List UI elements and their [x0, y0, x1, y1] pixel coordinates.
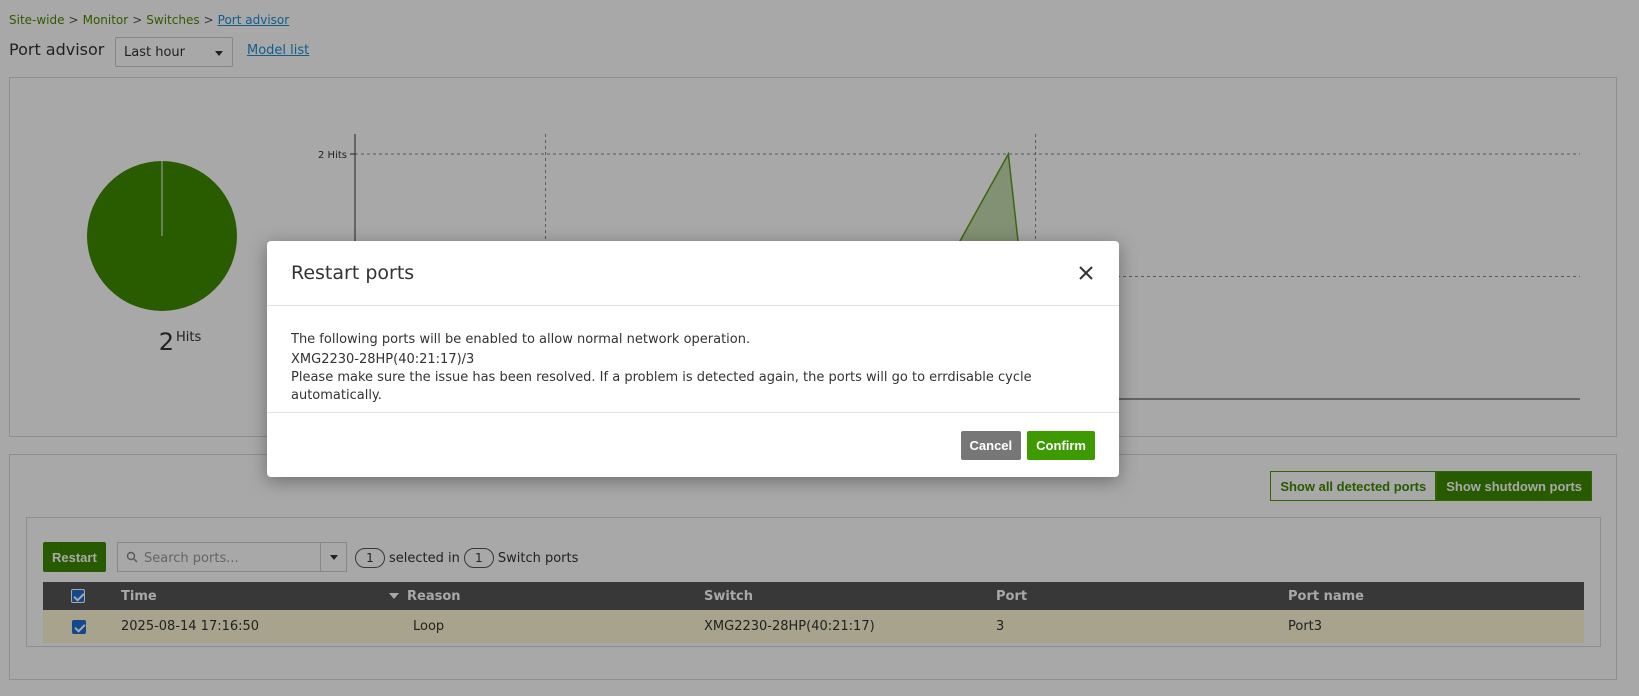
dialog-footer: Cancel Confirm — [960, 431, 1095, 460]
cancel-button[interactable]: Cancel — [960, 431, 1022, 460]
dialog-port-id: XMG2230-28HP(40:21:17)/3 — [291, 352, 475, 367]
dialog-header-divider — [267, 305, 1119, 306]
confirm-button[interactable]: Confirm — [1027, 431, 1095, 460]
dialog-title: Restart ports — [291, 262, 415, 284]
restart-ports-dialog: Restart ports The following ports will b… — [267, 241, 1119, 477]
dialog-footer-divider — [267, 412, 1119, 413]
close-icon[interactable] — [1077, 264, 1095, 282]
dialog-warning: Please make sure the issue has been reso… — [291, 370, 1032, 403]
dialog-body: The following ports will be enabled to a… — [291, 331, 1101, 405]
dialog-message: The following ports will be enabled to a… — [291, 332, 751, 347]
